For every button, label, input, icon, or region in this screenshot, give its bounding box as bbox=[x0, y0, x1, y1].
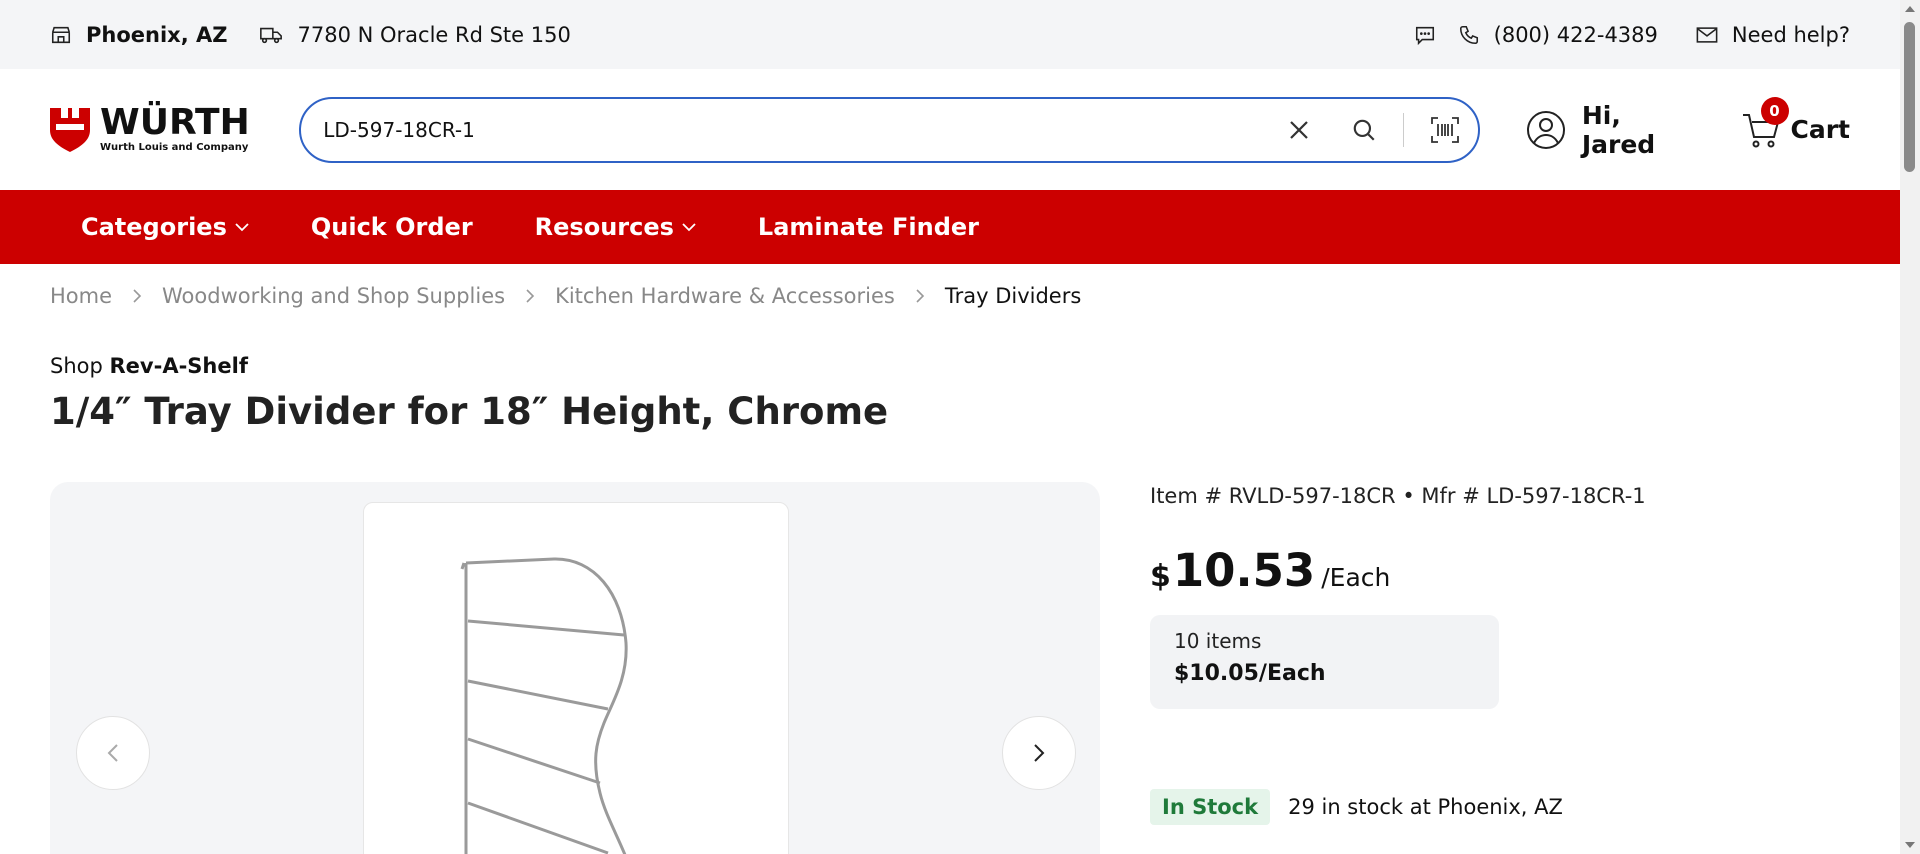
store-location-label: Phoenix, AZ bbox=[86, 22, 228, 47]
main-nav: Categories Quick Order Resources Laminat… bbox=[0, 190, 1900, 264]
breadcrumb-current: Tray Dividers bbox=[944, 284, 1082, 308]
top-utility-bar: Phoenix, AZ 7780 N Oracle Rd Ste 150 (80… bbox=[0, 0, 1900, 69]
in-stock-badge: In Stock bbox=[1150, 789, 1271, 825]
store-address[interactable]: 7780 N Oracle Rd Ste 150 bbox=[259, 22, 571, 47]
page-scrollbar[interactable] bbox=[1900, 0, 1920, 854]
search-icon[interactable] bbox=[1351, 117, 1377, 143]
scroll-thumb[interactable] bbox=[1904, 22, 1915, 172]
breadcrumb-home[interactable]: Home bbox=[50, 284, 112, 308]
nav-resources-label: Resources bbox=[534, 213, 674, 241]
store-location[interactable]: Phoenix, AZ bbox=[50, 23, 227, 47]
nav-categories[interactable]: Categories bbox=[81, 213, 249, 241]
help-label: Need help? bbox=[1731, 22, 1850, 47]
chevron-down-icon bbox=[235, 222, 249, 232]
tier-price-unit: /Each bbox=[1258, 661, 1326, 686]
logo-subtitle: Wurth Louis and Company bbox=[100, 142, 249, 153]
stock-text: 29 in stock at Phoenix, AZ bbox=[1288, 795, 1563, 819]
item-numbers: Item # RVLD-597-18CR • Mfr # LD-597-18CR… bbox=[1150, 484, 1646, 508]
contact-links: (800) 422-4389 bbox=[1414, 23, 1658, 47]
logo-text: WÜRTH Wurth Louis and Company bbox=[100, 102, 250, 154]
tier-quantity: 10 items bbox=[1174, 629, 1262, 653]
product-info: Item # RVLD-597-18CR • Mfr # LD-597-18CR… bbox=[1150, 484, 1870, 825]
price-currency: $ bbox=[1150, 559, 1171, 594]
stock-status: In Stock 29 in stock at Phoenix, AZ bbox=[1150, 789, 1870, 825]
nav-categories-label: Categories bbox=[81, 213, 227, 241]
gallery-prev-button[interactable] bbox=[76, 716, 150, 790]
chevron-right-icon bbox=[915, 288, 925, 304]
brand-link[interactable]: Rev-A-Shelf bbox=[110, 354, 248, 378]
account-menu[interactable]: Hi, Jared bbox=[1526, 101, 1701, 159]
search-bar bbox=[299, 96, 1480, 163]
clear-search-icon[interactable] bbox=[1287, 118, 1311, 142]
logo-word: WÜRTH bbox=[100, 102, 250, 143]
product-gallery bbox=[50, 482, 1100, 854]
nav-quick-order[interactable]: Quick Order bbox=[311, 213, 473, 241]
mail-icon bbox=[1696, 26, 1718, 44]
nav-quick-order-label: Quick Order bbox=[310, 213, 473, 241]
nav-resources[interactable]: Resources bbox=[535, 213, 696, 241]
scroll-down-arrow-icon[interactable] bbox=[1905, 842, 1915, 848]
gallery-next-button[interactable] bbox=[1002, 716, 1076, 790]
tier-price-box: 10 items $10.05/Each bbox=[1150, 615, 1499, 709]
site-header: WÜRTH Wurth Louis and Company LD-597-18C… bbox=[0, 69, 1900, 190]
nav-laminate-finder-label: Laminate Finder bbox=[757, 213, 980, 241]
chevron-down-icon bbox=[682, 222, 696, 232]
chevron-left-icon bbox=[107, 743, 119, 763]
search-actions bbox=[1287, 112, 1460, 147]
breadcrumb: Home Woodworking and Shop Supplies Kitch… bbox=[50, 284, 1081, 308]
tier-price: $10.05/Each bbox=[1174, 661, 1475, 686]
search-input[interactable] bbox=[323, 117, 1287, 142]
chevron-right-icon bbox=[1033, 743, 1045, 763]
scroll-up-arrow-icon[interactable] bbox=[1905, 6, 1915, 12]
store-address-label: 7780 N Oracle Rd Ste 150 bbox=[297, 22, 571, 47]
product-title: 1/4″ Tray Divider for 18″ Height, Chrome bbox=[50, 390, 889, 433]
nav-laminate-finder[interactable]: Laminate Finder bbox=[758, 213, 979, 241]
chat-icon[interactable] bbox=[1414, 24, 1436, 46]
shop-prefix: Shop bbox=[50, 354, 103, 378]
topbar-right: (800) 422-4389 Need help? bbox=[1414, 23, 1850, 47]
wurth-logo-mark bbox=[50, 107, 90, 152]
cart-button[interactable]: 0 Cart bbox=[1741, 96, 1851, 149]
price: $ 10.53 /Each bbox=[1150, 544, 1870, 597]
cart-label: Cart bbox=[1790, 115, 1851, 144]
search-divider bbox=[1402, 112, 1404, 147]
cart-count-badge: 0 bbox=[1760, 96, 1789, 125]
product-image[interactable] bbox=[363, 502, 789, 854]
barcode-scan-icon[interactable] bbox=[1430, 116, 1460, 144]
breadcrumb-woodworking[interactable]: Woodworking and Shop Supplies bbox=[162, 284, 505, 308]
price-unit: /Each bbox=[1321, 563, 1391, 592]
price-amount: 10.53 bbox=[1172, 544, 1316, 597]
wurth-logo[interactable]: WÜRTH Wurth Louis and Company bbox=[50, 102, 251, 154]
chevron-right-icon bbox=[525, 288, 535, 304]
truck-icon bbox=[259, 24, 283, 46]
breadcrumb-kitchen-hardware[interactable]: Kitchen Hardware & Accessories bbox=[555, 284, 895, 308]
help-link[interactable]: Need help? bbox=[1696, 23, 1850, 47]
tray-divider-illustration bbox=[460, 557, 628, 854]
product-page: Phoenix, AZ 7780 N Oracle Rd Ste 150 (80… bbox=[0, 0, 1920, 854]
account-label: Hi, Jared bbox=[1581, 100, 1656, 159]
tier-price-amount: $10.05 bbox=[1174, 661, 1259, 686]
chevron-right-icon bbox=[132, 288, 142, 304]
phone-number[interactable]: (800) 422-4389 bbox=[1494, 23, 1658, 47]
shop-brand-line: Shop Rev-A-Shelf bbox=[50, 354, 248, 378]
user-icon bbox=[1526, 110, 1566, 150]
store-icon bbox=[50, 24, 72, 46]
phone-icon bbox=[1458, 24, 1480, 46]
